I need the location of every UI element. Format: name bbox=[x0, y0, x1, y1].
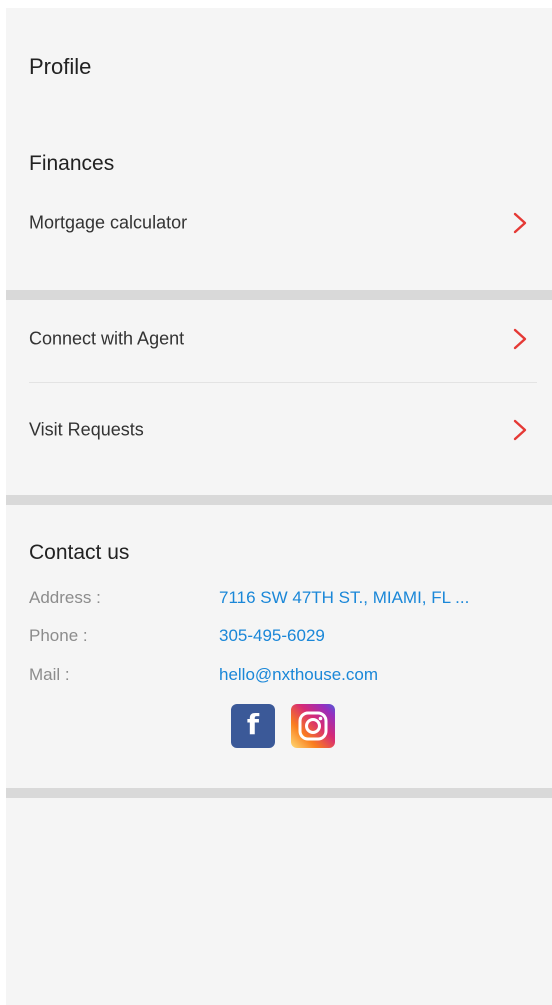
section-divider bbox=[6, 788, 552, 798]
mail-label: Mail : bbox=[29, 665, 70, 684]
facebook-icon[interactable]: f bbox=[231, 704, 275, 748]
mortgage-calculator-row[interactable]: Mortgage calculator bbox=[6, 195, 552, 251]
page-title: Profile bbox=[29, 54, 92, 79]
phone-link[interactable]: 305-495-6029 bbox=[219, 626, 325, 646]
chevron-right-icon bbox=[513, 212, 527, 234]
instagram-glyph bbox=[298, 711, 328, 741]
address-link[interactable]: 7116 SW 47TH ST., MIAMI, FL ... bbox=[219, 588, 469, 608]
mail-link[interactable]: hello@nxthouse.com bbox=[219, 665, 378, 685]
chevron-right-icon bbox=[513, 328, 527, 350]
connect-with-agent-row[interactable]: Connect with Agent bbox=[6, 311, 552, 367]
profile-screen: Profile Finances Mortgage calculator Con… bbox=[6, 8, 552, 1005]
row-separator bbox=[29, 382, 537, 383]
section-divider bbox=[6, 495, 552, 505]
phone-label: Phone : bbox=[29, 626, 88, 645]
section-divider bbox=[6, 290, 552, 300]
contact-us-heading: Contact us bbox=[29, 541, 130, 564]
finances-heading: Finances bbox=[29, 152, 115, 175]
chevron-right-icon bbox=[513, 419, 527, 441]
address-label: Address : bbox=[29, 588, 101, 607]
instagram-icon[interactable] bbox=[291, 704, 335, 748]
mortgage-calculator-label: Mortgage calculator bbox=[29, 212, 188, 233]
connect-with-agent-label: Connect with Agent bbox=[29, 328, 185, 349]
visit-requests-label: Visit Requests bbox=[29, 419, 144, 440]
visit-requests-row[interactable]: Visit Requests bbox=[6, 402, 552, 458]
